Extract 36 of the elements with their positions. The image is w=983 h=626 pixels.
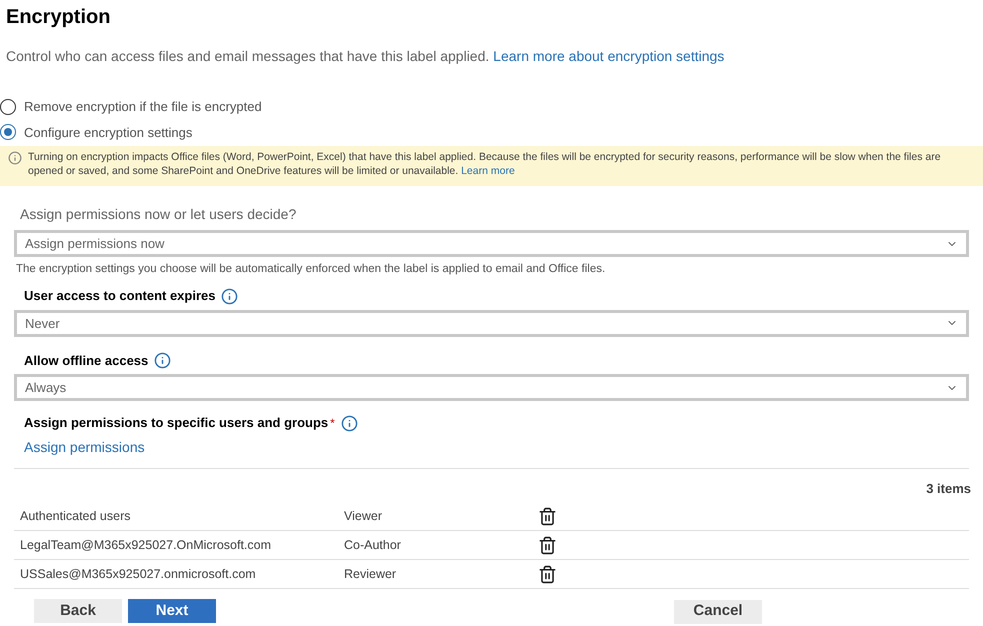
page-title: Encryption <box>6 5 110 30</box>
action-button[interactable]: Back <box>34 599 122 624</box>
user-cell-text: Authenticated users <box>19 508 132 525</box>
assign-permissions-link[interactable]: Assign permissions <box>24 436 145 458</box>
description: Control who can access files and email messages that have this label applied. Learn more about encryption settings <box>6 48 724 64</box>
field-label: Assign permissions now or let users decide? <box>20 205 298 224</box>
trash-icon[interactable] <box>538 536 557 555</box>
user-cell-text: USSales@M365x925027.onmicrosoft.com <box>19 566 257 583</box>
next-button[interactable]: Next <box>128 599 216 624</box>
info-icon <box>221 288 238 304</box>
dropdown[interactable]: Assign permissions now <box>14 230 969 257</box>
trash-icon[interactable] <box>538 564 557 584</box>
learn-more-link[interactable]: Learn more about encryption settings <box>493 48 724 64</box>
item-count: 3 items <box>926 480 971 498</box>
info-icon <box>340 414 358 432</box>
dropdown[interactable]: Never <box>14 310 969 337</box>
field-label: User access to content expires <box>24 287 216 306</box>
user-cell-text: LegalTeam@M365x925027.OnMicrosoft.com <box>19 536 272 554</box>
role-cell-text: Viewer <box>344 508 383 525</box>
info-icon <box>154 352 172 369</box>
trash-icon[interactable] <box>538 506 557 526</box>
role-cell-text: Co-Author <box>344 536 402 554</box>
field-label: Assign permissions to specific users and groups <box>24 414 328 432</box>
learn-more-link[interactable]: Learn more <box>461 165 515 177</box>
radio-label: Configure encryption settings <box>24 124 192 142</box>
notice-text: Turning on encryption impacts Office files (Word, PowerPoint, Excel) that have this label applied. Because the files will be encrypted for security reasons, performance will be slow when the files are opened or saved, and some SharePoint and OneDrive features will be limited or unavailable. Learn more <box>28 150 942 178</box>
role-cell-text: Reviewer <box>344 566 398 583</box>
radio-label: Remove encryption if the file is encrypted <box>24 98 262 116</box>
radio-button[interactable] <box>0 124 16 140</box>
action-button[interactable]: Cancel <box>674 600 762 624</box>
field-label: Allow offline access <box>24 352 148 370</box>
info-icon <box>8 151 22 165</box>
helper-text: The encryption settings you choose will be automatically enforced when the label is applied to email and Office files. <box>16 262 606 277</box>
dropdown[interactable]: Always <box>14 374 969 402</box>
radio-button[interactable] <box>0 98 16 115</box>
required-mark: * <box>330 415 335 432</box>
